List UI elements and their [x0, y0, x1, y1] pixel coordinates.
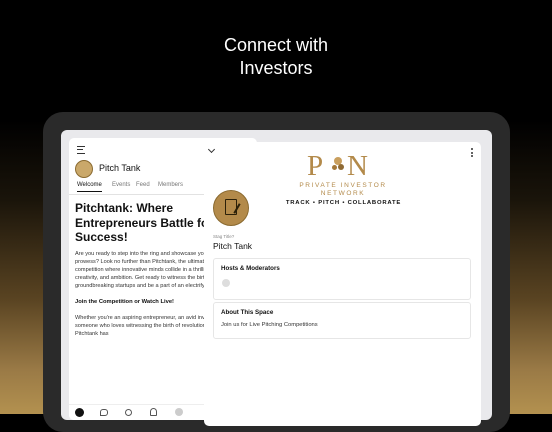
space-title: Pitch Tank	[213, 241, 253, 251]
about-heading: About This Space	[221, 309, 274, 316]
brand-name: NETWORK	[320, 190, 366, 197]
about-text: Join us for Live Pitching Competitions	[221, 322, 318, 328]
brand-orb	[332, 165, 337, 170]
more-options-icon[interactable]	[471, 148, 473, 157]
space-name: Pitch Tank	[99, 163, 141, 173]
space-avatar	[213, 190, 249, 226]
menu-icon[interactable]	[77, 146, 85, 154]
moderator-avatar[interactable]	[222, 279, 230, 287]
brand-letter-p: P	[307, 150, 324, 182]
hosts-card: Hosts & Moderators	[213, 258, 471, 300]
headline: Connect with Investors	[0, 34, 552, 80]
brand-tagline: TRACK • PITCH • COLLABORATE	[285, 200, 402, 206]
space-label: Stag Title?	[213, 234, 235, 239]
tab-feed[interactable]: Feed	[136, 182, 150, 188]
chevron-down-icon[interactable]	[207, 145, 216, 154]
headline-line2: Investors	[239, 58, 313, 78]
right-panel: P N PRIVATE INVESTOR NETWORK TRACK • PIT…	[204, 142, 481, 426]
tab-welcome[interactable]: Welcome	[77, 182, 102, 192]
chat-icon[interactable]	[100, 409, 108, 416]
search-icon[interactable]	[125, 409, 132, 416]
tab-events[interactable]: Events	[112, 182, 130, 188]
bell-icon[interactable]	[150, 408, 157, 416]
hosts-heading: Hosts & Moderators	[221, 265, 280, 272]
about-card: About This Space Join us for Live Pitchi…	[213, 302, 471, 339]
avatar[interactable]	[175, 408, 183, 416]
brand-logo: P N	[307, 150, 373, 182]
home-icon[interactable]	[75, 408, 84, 417]
space-logo	[75, 160, 93, 178]
headline-line1: Connect with	[223, 35, 329, 55]
tab-members[interactable]: Members	[158, 182, 183, 188]
brand-name: PRIVATE INVESTOR	[299, 182, 387, 189]
brand-letter-n: N	[347, 150, 368, 182]
brand-orb	[338, 164, 344, 170]
